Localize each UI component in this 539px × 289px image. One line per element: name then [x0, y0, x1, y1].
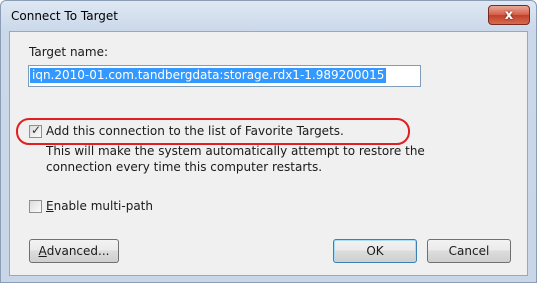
advanced-accel-key: A — [38, 244, 47, 258]
multipath-checkbox[interactable] — [29, 200, 42, 213]
dialog-title: Connect To Target — [11, 9, 119, 23]
multipath-label[interactable]: Enable multi-path — [46, 199, 153, 213]
connect-to-target-dialog: Connect To Target x Target name: iqn.201… — [0, 0, 537, 283]
target-name-label: Target name: — [29, 45, 109, 59]
multipath-label-text: nable multi-path — [53, 199, 153, 213]
target-name-value: iqn.2010-01.com.tandbergdata:storage.rdx… — [30, 68, 387, 83]
favorite-checkbox[interactable] — [29, 123, 42, 138]
close-button[interactable]: x — [488, 5, 530, 25]
advanced-button[interactable]: Advanced... — [29, 239, 119, 263]
multipath-accel-key: E — [46, 199, 54, 213]
cancel-button[interactable]: Cancel — [427, 239, 511, 263]
favorite-description: This will make the system automatically … — [46, 144, 425, 174]
advanced-label: dvanced... — [46, 244, 110, 258]
title-bar[interactable]: Connect To Target x — [1, 1, 536, 32]
target-name-input[interactable]: iqn.2010-01.com.tandbergdata:storage.rdx… — [28, 65, 421, 87]
close-icon: x — [504, 7, 514, 23]
cancel-label: Cancel — [448, 244, 490, 258]
dialog-body: Target name: iqn.2010-01.com.tandbergdat… — [9, 31, 528, 276]
ok-label: OK — [366, 244, 384, 258]
ok-button[interactable]: OK — [333, 239, 417, 263]
favorite-label[interactable]: Add this connection to the list of Favor… — [46, 124, 344, 138]
